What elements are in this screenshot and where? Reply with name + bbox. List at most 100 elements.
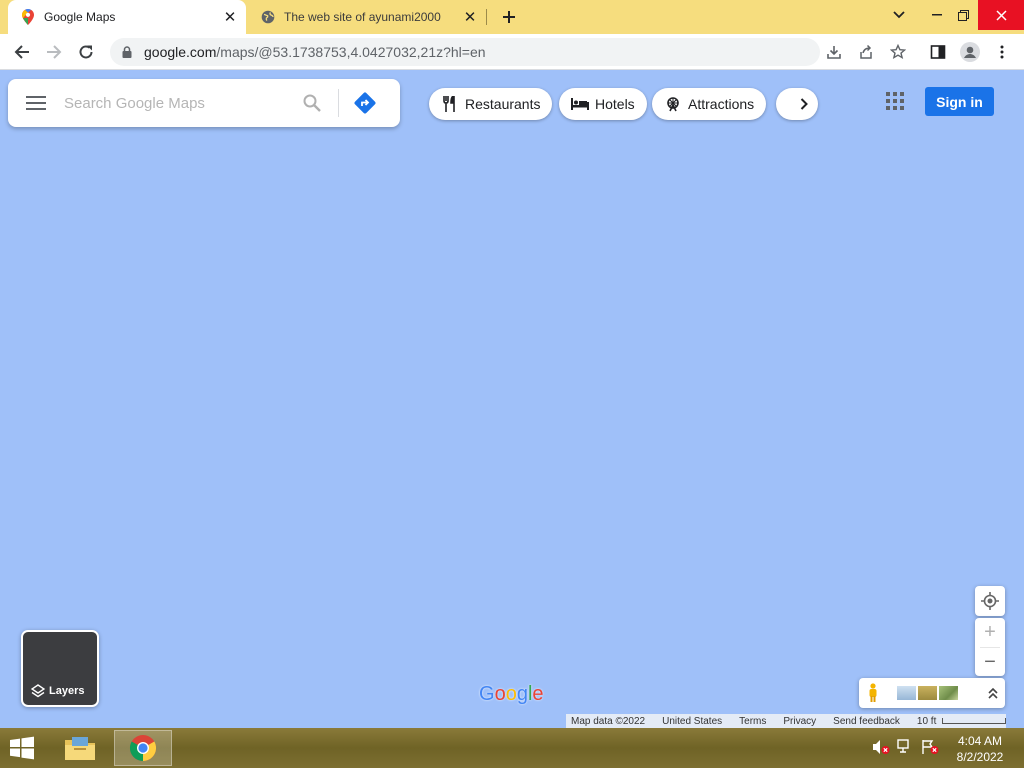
system-clock[interactable]: 4:04 AM 8/2/2022 xyxy=(946,733,1014,765)
back-button[interactable] xyxy=(8,38,36,66)
bed-icon xyxy=(571,95,589,113)
street-view-thumbnail[interactable] xyxy=(897,686,916,700)
scale-control[interactable]: 10 ft xyxy=(917,716,1023,727)
install-app-button[interactable] xyxy=(822,40,846,64)
bookmark-button[interactable] xyxy=(886,40,910,64)
reload-icon xyxy=(79,45,93,59)
volume-muted-icon[interactable] xyxy=(872,738,890,756)
search-icon xyxy=(303,94,321,112)
windows-logo-icon xyxy=(10,736,34,760)
google-apps-button[interactable] xyxy=(882,88,908,114)
browser-tab-strip: Google Maps ✕ The web site of ayunami200… xyxy=(0,0,1024,34)
reload-button[interactable] xyxy=(72,38,100,66)
expand-imagery-button[interactable] xyxy=(981,687,1005,699)
chip-label: Restaurants xyxy=(465,96,541,112)
satellite-thumbnail[interactable] xyxy=(939,686,958,700)
file-explorer-taskbar-button[interactable] xyxy=(58,730,102,766)
search-box xyxy=(8,79,400,127)
url-text: google.com/maps/@53.1738753,4.0427032,21… xyxy=(144,44,486,60)
restore-icon xyxy=(957,9,969,21)
arrow-left-icon xyxy=(14,45,29,59)
restore-button[interactable] xyxy=(946,0,980,30)
arrow-right-icon xyxy=(47,45,62,59)
chevron-double-up-icon xyxy=(988,687,998,699)
search-divider xyxy=(338,89,339,117)
zoom-in-button[interactable]: + xyxy=(975,618,1005,647)
main-menu-button[interactable] xyxy=(8,79,64,127)
kebab-menu-icon xyxy=(1000,45,1004,59)
tab-search-button[interactable] xyxy=(882,0,916,30)
download-icon xyxy=(827,46,841,59)
sign-in-button[interactable]: Sign in xyxy=(925,87,994,116)
chevron-right-icon xyxy=(800,98,808,110)
tab-title: The web site of ayunami2000 xyxy=(284,10,441,24)
url-host: google.com xyxy=(144,44,217,60)
network-icon[interactable] xyxy=(897,738,915,756)
zoom-controls: + − xyxy=(975,618,1005,676)
close-icon xyxy=(995,9,1007,21)
privacy-link[interactable]: Privacy xyxy=(783,716,816,727)
share-icon xyxy=(860,44,872,59)
folder-icon xyxy=(65,737,95,760)
chip-hotels[interactable]: Hotels xyxy=(559,88,647,120)
chevron-down-icon xyxy=(893,11,905,19)
scale-bar xyxy=(942,718,1007,724)
close-window-button[interactable] xyxy=(978,0,1024,30)
browser-toolbar: google.com/maps/@53.1738753,4.0427032,21… xyxy=(0,34,1024,70)
google-maps-pin-icon xyxy=(20,9,36,25)
layers-label: Layers xyxy=(49,685,85,697)
side-panel-icon xyxy=(930,45,946,59)
zoom-out-button[interactable]: − xyxy=(975,648,1005,677)
address-bar[interactable]: google.com/maps/@53.1738753,4.0427032,21… xyxy=(110,38,820,66)
layers-label-group: Layers xyxy=(31,684,84,698)
start-button[interactable] xyxy=(8,736,38,760)
close-tab-icon[interactable]: ✕ xyxy=(220,7,240,27)
scale-label: 10 ft xyxy=(916,715,937,727)
fork-knife-icon xyxy=(441,95,459,113)
chip-attractions[interactable]: Attractions xyxy=(652,88,767,120)
minimize-icon xyxy=(932,14,942,16)
windows-taskbar: 4:04 AM 8/2/2022 xyxy=(0,728,1024,768)
terms-link[interactable]: Terms xyxy=(739,716,766,727)
send-feedback-link[interactable]: Send feedback xyxy=(833,716,900,727)
directions-button[interactable] xyxy=(347,85,383,121)
chip-restaurants[interactable]: Restaurants xyxy=(429,88,553,120)
clock-time: 4:04 AM xyxy=(957,734,1003,748)
profile-button[interactable] xyxy=(958,40,982,64)
browser-menu-button[interactable] xyxy=(990,40,1014,64)
tab-ayunami2000[interactable]: The web site of ayunami2000 ✕ xyxy=(248,0,486,34)
layers-button[interactable]: Layers xyxy=(21,630,99,707)
star-icon xyxy=(890,44,906,60)
new-tab-button[interactable] xyxy=(498,6,520,28)
url-path: /maps/@53.1738753,4.0427032,21z?hl=en xyxy=(216,44,486,60)
crosshair-icon xyxy=(981,592,999,610)
close-tab-icon[interactable]: ✕ xyxy=(460,7,480,27)
tab-separator xyxy=(486,9,487,25)
chip-label: Attractions xyxy=(688,96,755,112)
google-logo: Google xyxy=(479,683,544,705)
search-input[interactable] xyxy=(64,94,294,112)
map-canvas[interactable]: Restaurants Hotels Attractions Sign in L… xyxy=(0,71,1024,728)
share-button[interactable] xyxy=(854,40,878,64)
action-center-flag-icon[interactable] xyxy=(921,738,939,756)
apps-grid-icon xyxy=(886,92,904,110)
pegman-icon[interactable] xyxy=(859,683,887,703)
side-panel-button[interactable] xyxy=(926,40,950,64)
ferris-wheel-icon xyxy=(664,95,682,113)
hamburger-icon xyxy=(26,96,46,110)
region-link[interactable]: United States xyxy=(662,716,722,727)
lock-icon[interactable] xyxy=(120,45,134,59)
avatar-icon xyxy=(960,42,980,62)
forward-button[interactable] xyxy=(40,38,68,66)
chrome-taskbar-button[interactable] xyxy=(114,730,172,766)
chip-label: Hotels xyxy=(595,96,635,112)
more-chips-button[interactable] xyxy=(776,88,818,120)
tab-google-maps[interactable]: Google Maps ✕ xyxy=(8,0,246,34)
my-location-button[interactable] xyxy=(975,586,1005,616)
tab-title: Google Maps xyxy=(44,10,116,24)
terrain-thumbnail[interactable] xyxy=(918,686,937,700)
imagery-bar xyxy=(859,678,1005,708)
chrome-icon xyxy=(129,735,157,762)
directions-icon xyxy=(354,92,376,114)
search-button[interactable] xyxy=(294,85,330,121)
